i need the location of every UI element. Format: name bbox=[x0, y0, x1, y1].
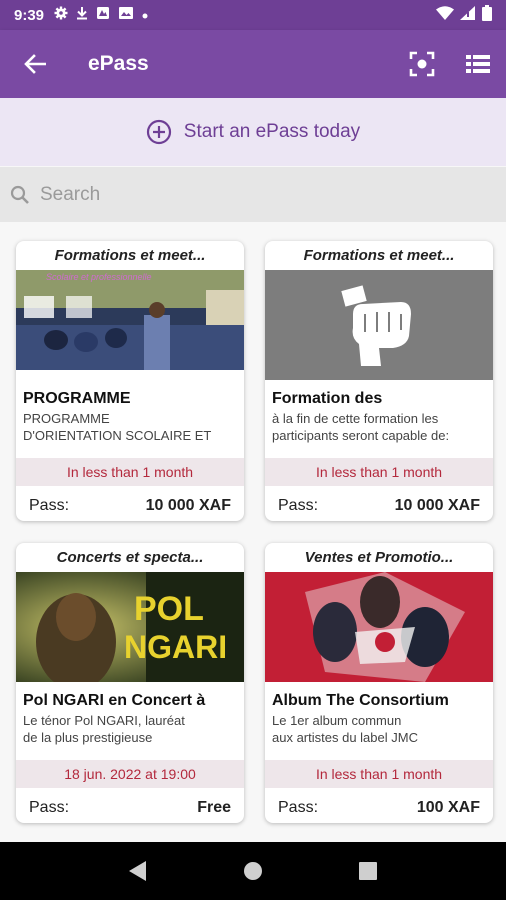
card-pass-row: Pass: 100 XAF bbox=[265, 788, 493, 823]
card-description-line: D'ORIENTATION SCOLAIRE ET bbox=[23, 428, 212, 443]
pass-label: Pass: bbox=[29, 798, 70, 816]
nav-back-button[interactable] bbox=[118, 851, 158, 891]
card-date: In less than 1 month bbox=[16, 458, 244, 486]
nav-recents-button[interactable] bbox=[348, 851, 388, 891]
card-description-line: Le ténor Pol NGARI, lauréat bbox=[23, 713, 185, 728]
status-bar: 9:39 bbox=[0, 0, 506, 30]
svg-text:POL: POL bbox=[134, 590, 204, 628]
card-description-line: aux artistes du label JMC bbox=[272, 730, 418, 745]
card-image: POL NGARI bbox=[16, 572, 244, 682]
svg-text:NGARI: NGARI bbox=[124, 629, 227, 665]
svg-text:Scolaire et professionnelle: Scolaire et professionnelle bbox=[46, 272, 152, 282]
card-description: PROGRAMME D'ORIENTATION SCOLAIRE ET bbox=[16, 410, 244, 450]
pass-label: Pass: bbox=[278, 496, 319, 514]
card-image bbox=[265, 572, 493, 682]
list-view-icon bbox=[466, 55, 490, 73]
card-pass-row: Pass: Free bbox=[16, 788, 244, 823]
download-icon bbox=[76, 6, 88, 25]
card-image bbox=[265, 270, 493, 380]
card-title: Formation des bbox=[272, 390, 383, 407]
card-description: à la fin de cette formation les particip… bbox=[265, 410, 493, 450]
start-epass-label: Start an ePass today bbox=[183, 121, 361, 142]
arrow-left-icon bbox=[24, 54, 46, 74]
card-description: Le 1er album commun aux artistes du labe… bbox=[265, 712, 493, 752]
pass-label: Pass: bbox=[29, 496, 70, 514]
wifi-icon bbox=[436, 5, 454, 25]
card-pass-row: Pass: 10 000 XAF bbox=[265, 486, 493, 521]
list-view-button[interactable] bbox=[450, 30, 506, 98]
card-pass-row: Pass: 10 000 XAF bbox=[16, 486, 244, 521]
card-date: 18 jun. 2022 at 19:00 bbox=[16, 760, 244, 788]
event-card[interactable]: Formations et meet... Formation des à la… bbox=[265, 241, 493, 521]
plus-circle-icon bbox=[146, 119, 172, 145]
qr-scan-icon bbox=[409, 51, 435, 77]
card-category: Ventes et Promotio... bbox=[304, 549, 454, 566]
image-icon bbox=[96, 6, 110, 25]
start-epass-button[interactable]: Start an ePass today bbox=[0, 98, 506, 166]
gear-icon bbox=[54, 6, 68, 25]
picture-icon bbox=[118, 6, 134, 25]
card-description: Le ténor Pol NGARI, lauréat de la plus p… bbox=[16, 712, 244, 752]
pass-price: 10 000 XAF bbox=[145, 496, 231, 514]
card-image: Scolaire et professionnelle bbox=[16, 270, 244, 380]
pass-price: 10 000 XAF bbox=[394, 496, 480, 514]
card-description-line: à la fin de cette formation les bbox=[272, 411, 439, 426]
app-bar: ePass bbox=[0, 30, 506, 98]
card-date: In less than 1 month bbox=[265, 458, 493, 486]
battery-icon bbox=[482, 4, 492, 26]
system-nav-bar bbox=[0, 842, 506, 900]
back-button[interactable] bbox=[0, 30, 70, 98]
card-category: Formations et meet... bbox=[54, 247, 206, 264]
search-icon bbox=[10, 185, 30, 205]
event-card[interactable]: Formations et meet... Scolaire et profes… bbox=[16, 241, 244, 521]
epass-grid: Formations et meet... Scolaire et profes… bbox=[0, 222, 506, 842]
qr-scan-button[interactable] bbox=[394, 30, 450, 98]
back-triangle-icon bbox=[128, 861, 146, 881]
card-description-line: participants seront capable de: bbox=[272, 428, 450, 443]
pass-price: 100 XAF bbox=[416, 798, 480, 816]
home-circle-icon bbox=[243, 862, 262, 880]
card-category: Concerts et specta... bbox=[56, 549, 204, 566]
search-bar[interactable]: Search bbox=[0, 167, 506, 222]
card-description-line: PROGRAMME bbox=[23, 411, 110, 426]
card-title: PROGRAMME bbox=[23, 390, 131, 407]
card-title: Pol NGARI en Concert à bbox=[23, 692, 206, 709]
card-category: Formations et meet... bbox=[303, 247, 455, 264]
card-description-line: Le 1er album commun bbox=[272, 713, 402, 728]
pass-price: Free bbox=[197, 798, 231, 816]
dot-icon bbox=[142, 6, 148, 24]
signal-icon bbox=[460, 5, 476, 25]
event-card[interactable]: Ventes et Promotio... Album The Consorti… bbox=[265, 543, 493, 823]
pass-label: Pass: bbox=[278, 798, 319, 816]
page-title: ePass bbox=[88, 52, 149, 75]
card-date: In less than 1 month bbox=[265, 760, 493, 788]
recents-square-icon bbox=[359, 862, 378, 880]
status-time: 9:39 bbox=[14, 6, 45, 24]
card-title: Album The Consortium bbox=[272, 692, 449, 709]
search-input[interactable]: Search bbox=[40, 184, 100, 206]
card-description-line: de la plus prestigieuse bbox=[23, 730, 153, 745]
nav-home-button[interactable] bbox=[233, 851, 273, 891]
event-card[interactable]: Concerts et specta... POL NGARI Pol NGAR… bbox=[16, 543, 244, 823]
